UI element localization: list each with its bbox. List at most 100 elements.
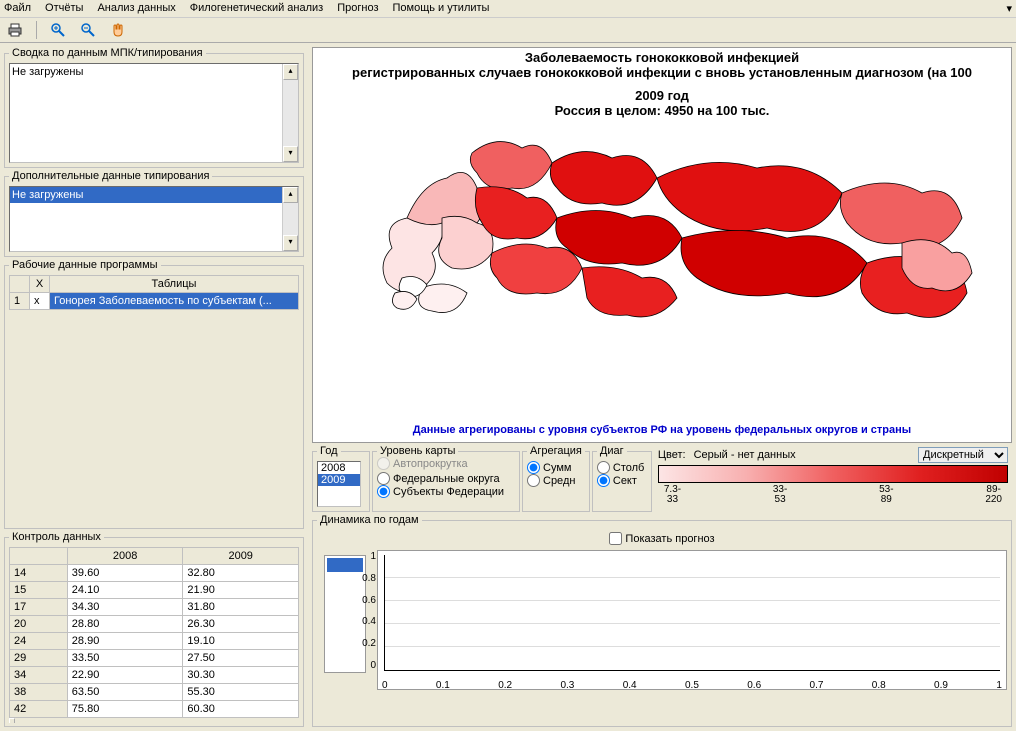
- table-row[interactable]: 2028.8026.30: [10, 616, 299, 633]
- toolbar: [0, 18, 1016, 43]
- table-cell[interactable]: 75.80: [67, 701, 183, 718]
- dynamics-chart: 10.80.60.40.20 00.10.20.30.40.50.60.70.8…: [377, 550, 1007, 690]
- year-option-2008[interactable]: 2008: [318, 462, 360, 474]
- x-tick: 1: [996, 680, 1002, 691]
- map-level-panel: Автопрокрутка Уровень карты Федеральные …: [372, 445, 520, 512]
- data-control-table[interactable]: 200820091439.6032.801524.1021.901734.303…: [9, 547, 299, 718]
- menu-phylo[interactable]: Филогенетический анализ: [190, 2, 324, 15]
- radio-subjects[interactable]: [377, 485, 390, 498]
- col-header[interactable]: [10, 548, 68, 565]
- table-cell[interactable]: Гонорея Заболеваемость по субъектам (...: [50, 293, 299, 310]
- mic-summary-list[interactable]: Не загружены ▴ ▾: [9, 63, 299, 163]
- table-row[interactable]: 2428.9019.10: [10, 633, 299, 650]
- working-data-table[interactable]: Х Таблицы 1 x Гонорея Заболеваемость по …: [9, 275, 299, 310]
- radio-federal[interactable]: [377, 472, 390, 485]
- col-header-tables[interactable]: Таблицы: [50, 276, 299, 293]
- table-cell[interactable]: 26.30: [183, 616, 299, 633]
- table-cell[interactable]: 24: [10, 633, 68, 650]
- radio-col-label: Столб: [613, 462, 644, 474]
- list-item[interactable]: Не загружены: [10, 187, 298, 203]
- menubar: Файл Отчёты Анализ данных Филогенетическ…: [0, 0, 1016, 18]
- zoom-out-icon[interactable]: [79, 21, 97, 39]
- menu-forecast[interactable]: Прогноз: [337, 2, 378, 15]
- table-row[interactable]: 4275.8060.30: [10, 701, 299, 718]
- print-icon[interactable]: [6, 21, 24, 39]
- y-tick: 0.2: [350, 638, 376, 649]
- table-cell[interactable]: 38: [10, 684, 68, 701]
- russia-map: [347, 118, 977, 398]
- hand-pan-icon[interactable]: [109, 21, 127, 39]
- x-tick: 0.1: [436, 680, 450, 691]
- table-cell[interactable]: 33.50: [67, 650, 183, 667]
- table-cell[interactable]: 29: [10, 650, 68, 667]
- table-row[interactable]: 3422.9030.30: [10, 667, 299, 684]
- table-row[interactable]: 3863.5055.30: [10, 684, 299, 701]
- diag-legend: Диаг: [597, 445, 627, 457]
- table-cell[interactable]: 34: [10, 667, 68, 684]
- menu-reports[interactable]: Отчёты: [45, 2, 83, 15]
- table-row[interactable]: 1524.1021.90: [10, 582, 299, 599]
- radio-col[interactable]: [597, 461, 610, 474]
- scroll-up-icon[interactable]: ▴: [283, 64, 298, 80]
- scrollbar[interactable]: ▴ ▾: [282, 187, 298, 251]
- radio-federal-label: Федеральные округа: [393, 473, 500, 485]
- col-header[interactable]: 2008: [67, 548, 183, 565]
- year-list[interactable]: 2008 2009: [317, 461, 361, 507]
- scroll-up-icon[interactable]: ▴: [283, 187, 298, 203]
- color-mode-select[interactable]: Дискретный: [918, 447, 1008, 463]
- table-cell[interactable]: 31.80: [183, 599, 299, 616]
- table-cell[interactable]: 30.30: [183, 667, 299, 684]
- scroll-down-icon[interactable]: ▾: [283, 235, 298, 251]
- extra-typing-panel: Дополнительные данные типирования Не заг…: [4, 170, 304, 257]
- table-cell[interactable]: 39.60: [67, 565, 183, 582]
- table-row[interactable]: 2933.5027.50: [10, 650, 299, 667]
- table-cell[interactable]: 19.10: [183, 633, 299, 650]
- x-tick: 0.4: [623, 680, 637, 691]
- show-forecast-checkbox[interactable]: [609, 532, 622, 545]
- radio-subjects-label: Субъекты Федерации: [393, 486, 504, 498]
- menu-chevron-icon[interactable]: ▾: [1006, 2, 1012, 15]
- y-tick: 0.4: [350, 616, 376, 627]
- scrollbar[interactable]: ▴ ▾: [9, 718, 15, 723]
- color-scale: [658, 465, 1008, 483]
- radio-avg[interactable]: [527, 474, 540, 487]
- table-cell[interactable]: 15: [10, 582, 68, 599]
- radio-sect[interactable]: [597, 474, 610, 487]
- extra-typing-list[interactable]: Не загружены ▴ ▾: [9, 186, 299, 252]
- dynamics-legend: Динамика по годам: [317, 514, 422, 526]
- table-cell[interactable]: 17: [10, 599, 68, 616]
- scroll-down-icon[interactable]: ▾: [283, 146, 298, 162]
- table-cell[interactable]: 32.80: [183, 565, 299, 582]
- scale-label: 89-220: [985, 485, 1002, 505]
- year-option-2009[interactable]: 2009: [318, 474, 360, 486]
- table-cell[interactable]: 34.30: [67, 599, 183, 616]
- scrollbar[interactable]: ▴ ▾: [282, 64, 298, 162]
- table-cell[interactable]: 22.90: [67, 667, 183, 684]
- color-label: Цвет:: [658, 449, 686, 461]
- table-row[interactable]: 1734.3031.80: [10, 599, 299, 616]
- autoscroll-radio: [377, 457, 390, 470]
- map-display[interactable]: Заболеваемость гонококковой инфекцией ре…: [312, 47, 1012, 443]
- table-cell[interactable]: 21.90: [183, 582, 299, 599]
- scroll-up-icon[interactable]: ▴: [9, 718, 15, 723]
- table-cell[interactable]: 60.30: [183, 701, 299, 718]
- table-cell[interactable]: 24.10: [67, 582, 183, 599]
- menu-help[interactable]: Помощь и утилиты: [393, 2, 490, 15]
- zoom-in-icon[interactable]: [49, 21, 67, 39]
- menu-analysis[interactable]: Анализ данных: [97, 2, 175, 15]
- table-cell[interactable]: 63.50: [67, 684, 183, 701]
- menu-file[interactable]: Файл: [4, 2, 31, 15]
- table-cell[interactable]: x: [30, 293, 50, 310]
- table-cell[interactable]: 28.80: [67, 616, 183, 633]
- scale-label: 53-89: [879, 485, 893, 505]
- table-cell[interactable]: 27.50: [183, 650, 299, 667]
- radio-sum[interactable]: [527, 461, 540, 474]
- table-cell[interactable]: 20: [10, 616, 68, 633]
- table-cell[interactable]: 14: [10, 565, 68, 582]
- table-row[interactable]: 1439.6032.80: [10, 565, 299, 582]
- table-cell[interactable]: 28.90: [67, 633, 183, 650]
- col-header-x[interactable]: Х: [30, 276, 50, 293]
- table-cell[interactable]: 55.30: [183, 684, 299, 701]
- table-cell[interactable]: 42: [10, 701, 68, 718]
- col-header[interactable]: 2009: [183, 548, 299, 565]
